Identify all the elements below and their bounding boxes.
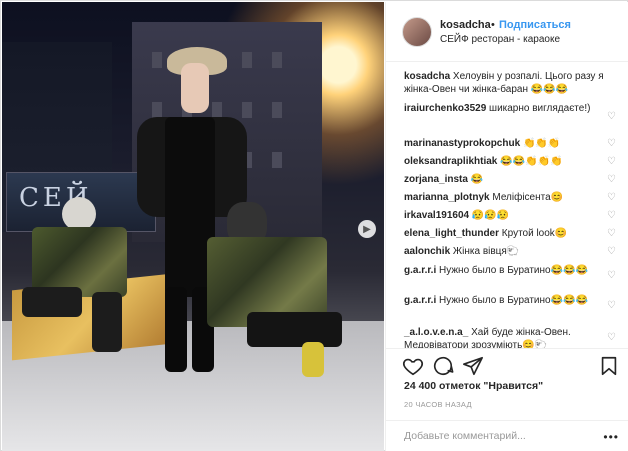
post-actions-bar bbox=[386, 348, 628, 382]
comment-text: Нужно было в Буратино😂😂😂 bbox=[439, 265, 588, 276]
comment-text: Жінка вівця🐑 bbox=[452, 246, 520, 257]
comment-like-heart-icon[interactable]: ♡ bbox=[607, 333, 617, 343]
post-side-panel: kosadcha • Подписаться СЕЙФ ресторан - к… bbox=[385, 2, 628, 451]
post-photo[interactable]: СЕЙ ▶ bbox=[2, 2, 384, 451]
comment-item: oleksandraplikhtiak 😂😂👏👏👏 bbox=[404, 155, 604, 168]
comment-like-heart-icon[interactable]: ♡ bbox=[607, 301, 617, 311]
comment-item: marianna_plotnyk Меліфісента😊 bbox=[404, 191, 604, 204]
comment-text: 😥😥😥 bbox=[471, 210, 510, 221]
comment-bubble-icon[interactable] bbox=[432, 355, 454, 377]
comment-username[interactable]: aalonchik bbox=[404, 246, 450, 257]
comment-like-heart-icon[interactable]: ♡ bbox=[607, 157, 617, 167]
comment-like-heart-icon[interactable]: ♡ bbox=[607, 247, 617, 257]
comment-text: Крутой look😊 bbox=[501, 228, 568, 239]
comment-username[interactable]: g.a.r.r.i bbox=[404, 295, 436, 306]
comment-item: zorjana_insta 😂 bbox=[404, 173, 604, 186]
comment-text: Меліфісента😊 bbox=[492, 192, 564, 203]
comment-like-heart-icon[interactable]: ♡ bbox=[607, 175, 617, 185]
comment-username[interactable]: marianna_plotnyk bbox=[404, 192, 490, 203]
follow-button[interactable]: Подписаться bbox=[499, 19, 571, 31]
comment-item: elena_light_thunder Крутой look😊 bbox=[404, 227, 604, 240]
instagram-post: СЕЙ ▶ kosadcha • Подписаться СЕЙФ рестор… bbox=[0, 0, 628, 451]
post-timestamp[interactable]: 20 ЧАСОВ НАЗАД bbox=[404, 400, 472, 409]
comment-like-heart-icon[interactable]: ♡ bbox=[607, 193, 617, 203]
comment-username[interactable]: kosadcha bbox=[404, 71, 450, 82]
comment-like-heart-icon[interactable]: ♡ bbox=[607, 211, 617, 221]
comment-like-heart-icon[interactable]: ♡ bbox=[607, 112, 617, 122]
next-photo-button[interactable]: ▶ bbox=[358, 220, 376, 238]
comment-text: 👏👏👏 bbox=[522, 138, 561, 149]
author-username[interactable]: kosadcha bbox=[440, 19, 491, 31]
comment-username[interactable]: irkaval191604 bbox=[404, 210, 469, 221]
comment-item: _a.l.o.v.e.n.a_ Хай буде жінка-Овен. Мед… bbox=[404, 326, 604, 348]
add-comment-bar: ••• bbox=[386, 420, 628, 451]
comment-text: Нужно было в Буратино😂😂😂 bbox=[439, 295, 588, 306]
comment-item: g.a.r.r.i Нужно было в Буратино😂😂😂 bbox=[404, 294, 604, 307]
comments-list[interactable]: kosadcha Хелоувін у розпалі. Цього разу … bbox=[386, 70, 628, 348]
comment-username[interactable]: oleksandraplikhtiak bbox=[404, 156, 497, 167]
heart-icon[interactable] bbox=[402, 355, 424, 377]
comment-username[interactable]: elena_light_thunder bbox=[404, 228, 499, 239]
comment-item: marinanastyprokopchuk 👏👏👏 bbox=[404, 137, 604, 150]
comment-username[interactable]: g.a.r.r.i bbox=[404, 265, 436, 276]
location-link[interactable]: СЕЙФ ресторан - караоке bbox=[440, 34, 560, 45]
comment-username[interactable]: iraiurchenko3529 bbox=[404, 103, 486, 114]
caption: kosadcha Хелоувін у розпалі. Цього разу … bbox=[404, 70, 609, 96]
person-right bbox=[207, 202, 357, 382]
comment-item: aalonchik Жінка вівця🐑 bbox=[404, 245, 604, 258]
comment-username[interactable]: _a.l.o.v.e.n.a_ bbox=[404, 327, 468, 338]
comment-like-heart-icon[interactable]: ♡ bbox=[607, 139, 617, 149]
comment-text: шикарно виглядаєте!) bbox=[489, 103, 591, 114]
comment-item: iraiurchenko3529 шикарно виглядаєте!) bbox=[404, 102, 604, 115]
separator-dot: • bbox=[491, 19, 495, 31]
comment-username[interactable]: zorjana_insta bbox=[404, 174, 468, 185]
more-options-icon[interactable]: ••• bbox=[603, 430, 619, 444]
bookmark-icon[interactable] bbox=[598, 355, 620, 377]
comment-text: 😂😂👏👏👏 bbox=[500, 156, 563, 167]
likes-count[interactable]: 24 400 отметок "Нравится" bbox=[404, 380, 543, 392]
comment-like-heart-icon[interactable]: ♡ bbox=[607, 229, 617, 239]
avatar[interactable] bbox=[402, 17, 432, 47]
comment-username[interactable]: marinanastyprokopchuk bbox=[404, 138, 520, 149]
comment-item: irkaval191604 😥😥😥 bbox=[404, 209, 604, 222]
post-header: kosadcha • Подписаться СЕЙФ ресторан - к… bbox=[386, 2, 628, 62]
person-left bbox=[22, 197, 132, 357]
comment-item: g.a.r.r.i Нужно было в Буратино😂😂😂 bbox=[404, 264, 604, 277]
comment-like-heart-icon[interactable]: ♡ bbox=[607, 271, 617, 281]
paper-plane-icon[interactable] bbox=[462, 355, 484, 377]
comment-text: 😂 bbox=[470, 174, 484, 185]
add-comment-input[interactable] bbox=[404, 430, 594, 442]
